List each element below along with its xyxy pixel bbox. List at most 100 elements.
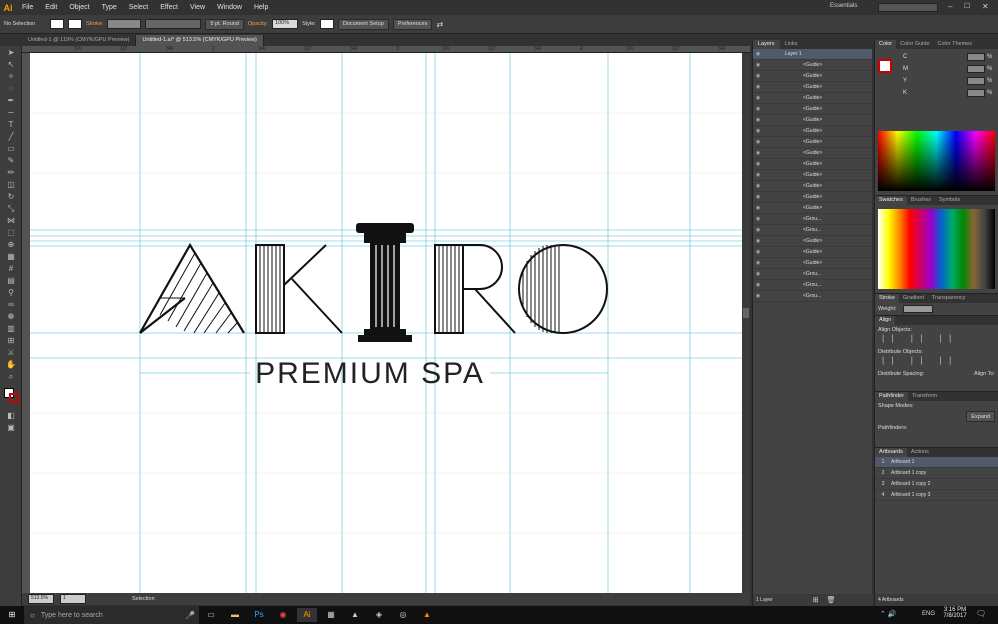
eye-icon[interactable]: ◉ xyxy=(753,117,763,123)
eye-icon[interactable]: ◉ xyxy=(753,73,763,79)
menu-view[interactable]: View xyxy=(184,4,211,11)
rectangle-tool-icon[interactable]: ▭ xyxy=(4,143,18,154)
tab-actions[interactable]: Actions xyxy=(907,448,933,457)
eye-icon[interactable]: ◉ xyxy=(753,271,763,277)
artboard-navigator[interactable]: 1 xyxy=(60,594,86,604)
app-icon[interactable]: ▦ xyxy=(321,608,341,622)
type-tool-icon[interactable]: T xyxy=(4,119,18,130)
sublayer-row[interactable]: ◉ <Guide> xyxy=(753,247,872,258)
eye-icon[interactable]: ◉ xyxy=(753,62,763,68)
vlc-icon[interactable]: ▲ xyxy=(417,608,437,622)
vertical-scrollbar[interactable] xyxy=(742,53,750,593)
windows-start-icon[interactable]: ⊞ xyxy=(2,608,22,622)
sublayer-row[interactable]: ◉ <Guide> xyxy=(753,60,872,71)
document-setup-button[interactable]: Document Setup xyxy=(337,18,389,30)
expand-button[interactable]: Expand xyxy=(966,411,995,422)
artboard-row[interactable]: 4 Artboard 1 copy 3 xyxy=(875,490,998,501)
weight-field[interactable] xyxy=(902,305,933,313)
sublayer-name[interactable]: <Guide> xyxy=(763,249,872,255)
sublayer-row[interactable]: ◉ <Guide> xyxy=(753,159,872,170)
style-swatch[interactable] xyxy=(319,19,334,29)
artboard-tool-icon[interactable]: ⊞ xyxy=(4,335,18,346)
color-spectrum[interactable] xyxy=(878,131,995,191)
pencil-icon[interactable]: ✏ xyxy=(4,167,18,178)
line-tool-icon[interactable]: ╱ xyxy=(4,131,18,142)
tab-document-1[interactable]: Untitled-1 @ 119% (CMYK/GPU Preview) xyxy=(22,35,137,46)
hand-tool-icon[interactable]: ✋ xyxy=(4,359,18,370)
opacity-field[interactable]: 100% xyxy=(272,19,299,29)
taskbar-search[interactable]: ○ Type here to search 🎤 xyxy=(24,606,199,624)
gradient-tool-icon[interactable]: ▤ xyxy=(4,275,18,286)
sublayer-row[interactable]: ◉ <Guide> xyxy=(753,104,872,115)
eye-icon[interactable]: ◉ xyxy=(753,282,763,288)
system-tray-icons[interactable]: ⌃ 🔊 xyxy=(880,610,897,618)
zoom-tool-icon[interactable]: ⌕ xyxy=(4,371,18,382)
stroke-label[interactable]: Stroke: xyxy=(86,21,103,27)
maximize-icon[interactable]: ☐ xyxy=(964,2,970,10)
eye-icon[interactable]: ◉ xyxy=(753,216,763,222)
screen-mode-icon[interactable]: ▣ xyxy=(4,422,18,433)
tab-color-themes[interactable]: Color Themes xyxy=(934,40,976,49)
eye-icon[interactable]: ◉ xyxy=(753,51,763,57)
stroke-weight-field[interactable] xyxy=(107,19,142,29)
sublayer-name[interactable]: <Guide> xyxy=(763,260,872,266)
eye-icon[interactable]: ◉ xyxy=(753,106,763,112)
sublayer-row[interactable]: ◉ <Guide> xyxy=(753,93,872,104)
tab-artboards[interactable]: Artboards xyxy=(875,448,907,457)
artboard-name[interactable]: Artboard 1 copy xyxy=(891,470,926,476)
tab-color[interactable]: Color xyxy=(875,40,897,49)
artboard-name[interactable]: Artboard 1 copy 2 xyxy=(891,481,930,487)
sublayer-name[interactable]: <Guide> xyxy=(763,172,872,178)
preferences-button[interactable]: Preferences xyxy=(392,18,433,30)
artboard-row[interactable]: 2 Artboard 1 copy xyxy=(875,468,998,479)
sublayer-row[interactable]: ◉ <Grou... xyxy=(753,280,872,291)
sublayer-row[interactable]: ◉ <Guide> xyxy=(753,137,872,148)
menu-file[interactable]: File xyxy=(16,4,39,11)
tab-transform[interactable]: Transform xyxy=(908,392,941,401)
blend-tool-icon[interactable]: ∞ xyxy=(4,299,18,310)
sublayer-name[interactable]: <Guide> xyxy=(763,128,872,134)
menu-help[interactable]: Help xyxy=(248,4,274,11)
sublayer-name[interactable]: <Grou... xyxy=(763,227,872,233)
zoom-field[interactable]: 513.5% xyxy=(28,594,54,604)
symbol-sprayer-icon[interactable]: ❁ xyxy=(4,311,18,322)
app-icon[interactable]: ◈ xyxy=(369,608,389,622)
eye-icon[interactable]: ◉ xyxy=(753,227,763,233)
drawing-modes-icon[interactable]: ◧ xyxy=(4,410,18,421)
sublayer-name[interactable]: <Guide> xyxy=(763,62,872,68)
sublayer-name[interactable]: <Guide> xyxy=(763,73,872,79)
sublayer-name[interactable]: <Guide> xyxy=(763,95,872,101)
stroke-swatch[interactable] xyxy=(68,19,82,29)
opacity-label[interactable]: Opacity: xyxy=(248,21,268,27)
scale-tool-icon[interactable]: ⤡ xyxy=(4,203,18,214)
menu-window[interactable]: Window xyxy=(211,4,248,11)
task-view-icon[interactable]: ▭ xyxy=(201,608,221,622)
fill-stroke-widget[interactable] xyxy=(2,386,19,406)
variable-width-field[interactable] xyxy=(145,19,202,29)
selection-tool-icon[interactable]: ➤ xyxy=(4,47,18,58)
tab-stroke[interactable]: Stroke xyxy=(875,294,899,303)
tab-document-2[interactable]: Untitled-1.ai* @ 513.5% (CMYK/GPU Previe… xyxy=(136,35,264,46)
fill-swatch[interactable] xyxy=(50,19,64,29)
sublayer-row[interactable]: ◉ <Guide> xyxy=(753,170,872,181)
curvature-tool-icon[interactable]: ∽ xyxy=(4,107,18,118)
width-tool-icon[interactable]: ⋈ xyxy=(4,215,18,226)
sublayer-row[interactable]: ◉ <Grou... xyxy=(753,269,872,280)
distribute-buttons[interactable]: ▕▏▕▏▕▏ xyxy=(878,357,995,369)
tab-symbols[interactable]: Symbols xyxy=(935,196,964,205)
sublayer-name[interactable]: <Grou... xyxy=(763,293,872,299)
sublayer-row[interactable]: ◉ <Guide> xyxy=(753,82,872,93)
artboard-row[interactable]: 1 Artboard 1 xyxy=(875,457,998,468)
clock[interactable]: 3:16 PM 7/8/2017 xyxy=(940,607,970,619)
sublayer-row[interactable]: ◉ <Grou... xyxy=(753,291,872,302)
brush-dropdown[interactable]: 5 pt. Round xyxy=(205,18,244,30)
cyan-field[interactable] xyxy=(967,53,985,61)
paintbrush-icon[interactable]: ✎ xyxy=(4,155,18,166)
workspace-switcher[interactable]: Essentials xyxy=(830,3,857,9)
shape-builder-icon[interactable]: ⊕ xyxy=(4,239,18,250)
sublayer-name[interactable]: <Guide> xyxy=(763,194,872,200)
direct-selection-tool-icon[interactable]: ↖ xyxy=(4,59,18,70)
eye-icon[interactable]: ◉ xyxy=(753,95,763,101)
language-indicator[interactable]: ENG xyxy=(922,611,935,617)
tab-color-guide[interactable]: Color Guide xyxy=(896,40,933,49)
